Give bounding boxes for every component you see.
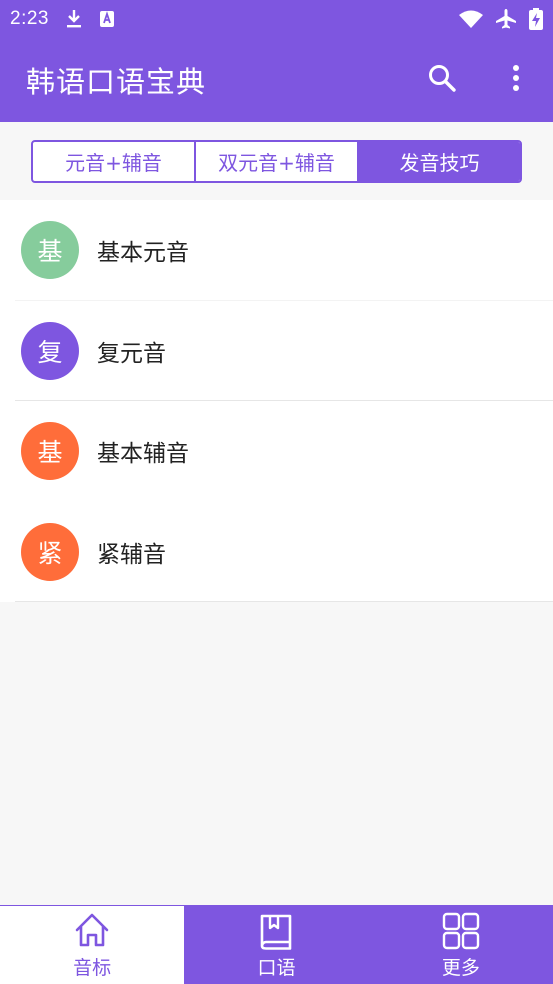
more-vert-icon: [512, 64, 520, 96]
download-icon: [65, 9, 83, 29]
list-item-label: 紧辅音: [97, 541, 166, 568]
segmented-control: 元音+辅音 双元音+辅音 发音技巧: [31, 140, 522, 183]
status-time: 2:23: [10, 8, 49, 29]
nav-more[interactable]: 更多: [368, 906, 553, 984]
list-item[interactable]: 紧 紧辅音: [0, 502, 553, 602]
nav-phonetics[interactable]: 音标: [0, 906, 185, 984]
book-icon: [256, 911, 296, 953]
app-notification-icon: [99, 10, 115, 28]
nav-label: 更多: [441, 956, 480, 979]
more-options-button[interactable]: [479, 38, 553, 122]
grid-icon: [441, 911, 481, 953]
list-item-label: 基本辅音: [97, 441, 189, 468]
airplane-mode-icon: [495, 8, 517, 30]
avatar: 基: [21, 221, 79, 280]
wifi-icon: [459, 10, 483, 28]
search-icon: [427, 63, 457, 97]
list-item-label: 基本元音: [97, 240, 189, 267]
nav-speaking[interactable]: 口语: [184, 906, 369, 984]
list-item[interactable]: 基 基本辅音: [0, 401, 553, 502]
nav-label: 音标: [73, 956, 112, 979]
battery-charging-icon: [529, 8, 543, 30]
home-icon: [72, 911, 112, 953]
app-title: 韩语口语宝典: [26, 65, 207, 99]
segment-diphthong-consonant[interactable]: 双元音+辅音: [196, 142, 359, 181]
list-item[interactable]: 基 基本元音: [0, 200, 553, 301]
avatar: 基: [21, 422, 79, 481]
segment-vowel-consonant[interactable]: 元音+辅音: [33, 142, 196, 181]
list-item-label: 复元音: [97, 340, 166, 367]
avatar: 紧: [21, 522, 79, 581]
segment-area: 元音+辅音 双元音+辅音 发音技巧: [0, 122, 553, 200]
status-bar: 2:23: [0, 0, 553, 38]
avatar: 复: [21, 321, 79, 380]
segment-pronunciation-tips[interactable]: 发音技巧: [359, 142, 520, 181]
divider: [15, 601, 553, 602]
search-button[interactable]: [405, 38, 479, 122]
list-item[interactable]: 复 复元音: [0, 301, 553, 401]
nav-label: 口语: [257, 956, 296, 979]
topic-list: 基 基本元音 复 复元音 基 基本辅音 紧 紧辅音: [0, 200, 553, 602]
bottom-navigation: 音标 口语 更多: [0, 905, 553, 984]
app-bar: 韩语口语宝典: [0, 38, 553, 122]
